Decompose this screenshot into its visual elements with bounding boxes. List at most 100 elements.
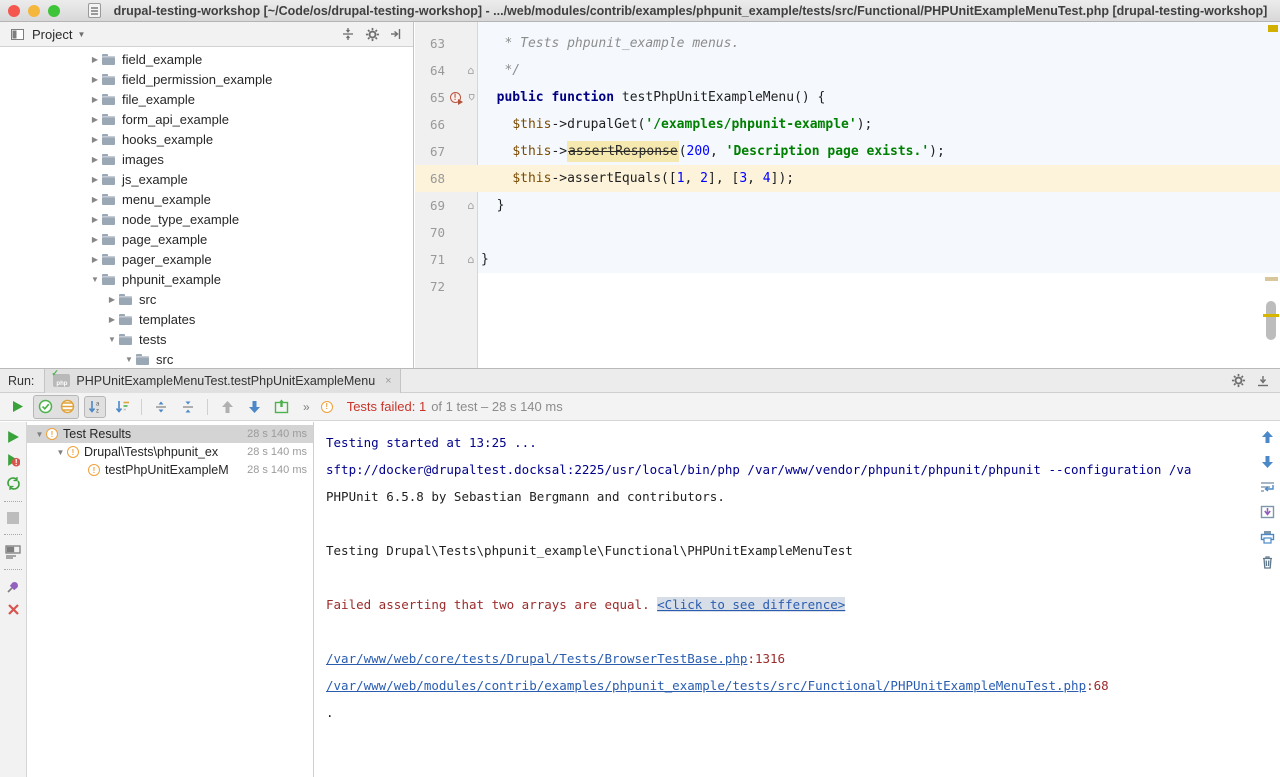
editor-line[interactable]: 72 <box>415 273 1280 300</box>
print-icon[interactable] <box>1260 530 1275 544</box>
console-link[interactable]: <Click to see difference> <box>657 597 845 612</box>
project-tree-item[interactable]: ▶file_example <box>0 89 413 109</box>
preview-icon[interactable] <box>5 545 21 559</box>
close-tab-icon[interactable]: × <box>385 375 391 387</box>
inspection-status-icon[interactable] <box>1268 25 1278 32</box>
expand-all-icon[interactable] <box>150 396 172 418</box>
previous-failed-test-icon[interactable] <box>216 396 238 418</box>
chevron-right-icon[interactable]: ▶ <box>88 235 102 244</box>
project-tree-item[interactable]: ▶hooks_example <box>0 129 413 149</box>
project-tree-item[interactable]: ▶form_api_example <box>0 109 413 129</box>
editor-line[interactable]: 69⌂ } <box>415 192 1280 219</box>
chevron-down-icon[interactable]: ▼ <box>77 30 85 39</box>
chevron-down-icon[interactable]: ▼ <box>88 275 102 284</box>
show-passed-icon[interactable] <box>34 396 56 418</box>
project-tree-item[interactable]: ▶src <box>0 289 413 309</box>
failed-test-gutter-icon[interactable]: ! <box>447 92 463 103</box>
fold-marker-icon[interactable]: ⌂ <box>468 200 475 211</box>
chevron-right-icon[interactable]: ▶ <box>88 175 102 184</box>
close-window-icon[interactable] <box>8 5 20 17</box>
zoom-window-icon[interactable] <box>48 5 60 17</box>
hide-panel-icon[interactable] <box>387 25 405 43</box>
stop-icon[interactable] <box>7 512 19 524</box>
sort-by-duration-icon[interactable] <box>111 396 133 418</box>
project-tree-item[interactable]: ▶page_example <box>0 229 413 249</box>
error-stripe-mark[interactable] <box>1265 277 1278 281</box>
chevron-right-icon[interactable]: ▶ <box>88 155 102 164</box>
chevron-right-icon[interactable]: ▶ <box>88 215 102 224</box>
fold-marker-icon[interactable]: ⌂ <box>468 65 475 76</box>
run-console[interactable]: Testing started at 13:25 ...sftp://docke… <box>314 422 1280 777</box>
collapse-all-icon[interactable] <box>177 396 199 418</box>
minimize-window-icon[interactable] <box>28 5 40 17</box>
more-icon[interactable]: » <box>303 400 310 414</box>
chevron-right-icon[interactable]: ▶ <box>88 75 102 84</box>
project-tree-item[interactable]: ▶images <box>0 149 413 169</box>
chevron-right-icon[interactable]: ▶ <box>88 95 102 104</box>
run-tab[interactable]: php PHPUnitExampleMenuTest.testPhpUnitEx… <box>44 369 400 393</box>
chevron-right-icon[interactable]: ▶ <box>105 315 119 324</box>
fold-marker-icon[interactable]: ⌂ <box>463 200 479 211</box>
project-tree-item[interactable]: ▼src <box>0 349 413 368</box>
locate-icon[interactable] <box>339 25 357 43</box>
fold-marker-icon[interactable]: ⌂ <box>463 254 479 265</box>
code-editor[interactable]: 63 * Tests phpunit_example menus.64⌂ */ 6… <box>415 22 1280 368</box>
chevron-right-icon[interactable]: ▶ <box>88 135 102 144</box>
sort-alphabetically-icon[interactable]: az <box>84 396 106 418</box>
soft-wrap-icon[interactable] <box>1260 480 1275 494</box>
chevron-down-icon[interactable]: ▼ <box>54 448 67 457</box>
editor-line[interactable]: 67 $this->assertResponse(200, 'Descripti… <box>415 138 1280 165</box>
project-tree-item[interactable]: ▼phpunit_example <box>0 269 413 289</box>
chevron-right-icon[interactable]: ▶ <box>88 115 102 124</box>
chevron-right-icon[interactable]: ▶ <box>105 295 119 304</box>
rerun-icon[interactable] <box>6 430 20 444</box>
project-tree-item[interactable]: ▶templates <box>0 309 413 329</box>
chevron-right-icon[interactable]: ▶ <box>88 55 102 64</box>
pin-tab-icon[interactable] <box>6 580 20 594</box>
prev-occurrence-icon[interactable] <box>1261 430 1274 444</box>
fold-marker-icon[interactable]: ⌂ <box>463 65 479 76</box>
warning-stripe-mark[interactable] <box>1263 314 1279 317</box>
scroll-to-end-icon[interactable] <box>1260 505 1275 519</box>
toggle-auto-test-icon[interactable] <box>6 476 21 491</box>
fold-marker-icon[interactable]: ⌂ <box>463 92 479 103</box>
chevron-right-icon[interactable]: ▶ <box>88 195 102 204</box>
hide-panel-icon[interactable] <box>1256 374 1270 388</box>
editor-line[interactable]: 66 $this->drupalGet('/examples/phpunit-e… <box>415 111 1280 138</box>
editor-line[interactable]: 64⌂ */ <box>415 57 1280 84</box>
gear-icon[interactable] <box>1231 373 1246 388</box>
chevron-down-icon[interactable]: ▼ <box>122 355 136 364</box>
console-link[interactable]: /var/www/web/modules/contrib/examples/ph… <box>326 678 1086 693</box>
editor-line[interactable]: 71⌂} <box>415 246 1280 273</box>
clear-all-icon[interactable] <box>1261 555 1274 569</box>
next-failed-test-icon[interactable] <box>243 396 265 418</box>
chevron-down-icon[interactable]: ▼ <box>33 430 46 439</box>
test-tree-item[interactable]: ▼!Test Results28 s 140 ms <box>27 425 313 443</box>
editor-line[interactable]: 63 * Tests phpunit_example menus. <box>415 30 1280 57</box>
project-tree-item[interactable]: ▶node_type_example <box>0 209 413 229</box>
export-test-results-icon[interactable] <box>270 396 292 418</box>
rerun-icon[interactable] <box>6 396 28 418</box>
test-tree-item[interactable]: !testPhpUnitExampleM28 s 140 ms <box>27 461 313 479</box>
fold-marker-icon[interactable]: ⌂ <box>468 254 475 265</box>
editor-line[interactable]: 65!⌂ public function testPhpUnitExampleM… <box>415 84 1280 111</box>
editor-scrollbar[interactable] <box>1266 301 1276 340</box>
project-tree-item[interactable]: ▶field_example <box>0 49 413 69</box>
project-panel-title[interactable]: Project <box>32 27 72 42</box>
test-tree-item[interactable]: ▼!Drupal\Tests\phpunit_ex28 s 140 ms <box>27 443 313 461</box>
next-occurrence-icon[interactable] <box>1261 455 1274 469</box>
project-tree-item[interactable]: ▼tests <box>0 329 413 349</box>
fold-marker-icon[interactable]: ⌂ <box>468 92 475 103</box>
project-tree-item[interactable]: ▶pager_example <box>0 249 413 269</box>
rerun-failed-tests-icon[interactable]: ! <box>6 453 20 467</box>
project-tree-item[interactable]: ▶field_permission_example <box>0 69 413 89</box>
project-tree-item[interactable]: ▶js_example <box>0 169 413 189</box>
failed-test-gutter-icon[interactable]: ! <box>450 92 461 103</box>
chevron-right-icon[interactable]: ▶ <box>88 255 102 264</box>
chevron-down-icon[interactable]: ▼ <box>105 335 119 344</box>
close-icon[interactable] <box>7 603 20 616</box>
editor-line[interactable]: 68 $this->assertEquals([1, 2], [3, 4]); <box>415 165 1280 192</box>
project-tree-item[interactable]: ▶menu_example <box>0 189 413 209</box>
console-link[interactable]: /var/www/web/core/tests/Drupal/Tests/Bro… <box>326 651 747 666</box>
gear-icon[interactable] <box>363 25 381 43</box>
